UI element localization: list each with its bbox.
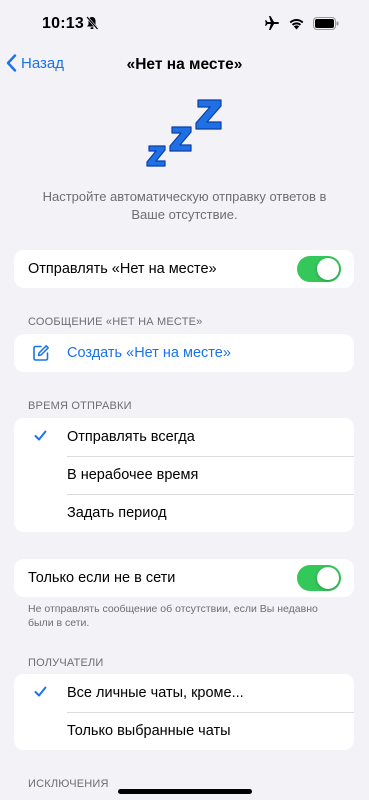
status-time: 10:13: [42, 15, 84, 32]
checkmark-icon: [34, 686, 47, 697]
recipients-option-label: Все личные чаты, кроме...: [67, 685, 244, 701]
schedule-option-label: Задать период: [67, 505, 167, 521]
away-toggle-card: Отправлять «Нет на месте»: [14, 250, 354, 288]
recipients-card: Все личные чаты, кроме... Только выбранн…: [14, 674, 354, 750]
recipients-option-all-except[interactable]: Все личные чаты, кроме...: [14, 674, 354, 712]
schedule-card: Отправлять всегда В нерабочее время Зада…: [14, 418, 354, 532]
exceptions-section-header: ИСКЛЮЧЕНИЯ: [28, 778, 109, 790]
offline-toggle-card: Только если не в сети: [14, 559, 354, 597]
away-toggle-row: Отправлять «Нет на месте»: [14, 250, 354, 288]
recipients-section-header: ПОЛУЧАТЕЛИ: [28, 657, 104, 669]
page-title: «Нет на месте»: [126, 56, 243, 73]
schedule-option-label: В нерабочее время: [67, 467, 199, 483]
wifi-icon: [288, 17, 305, 35]
schedule-section-header: ВРЕМЯ ОТПРАВКИ: [28, 400, 132, 412]
message-section-header: СООБЩЕНИЕ «НЕТ НА МЕСТЕ»: [28, 316, 203, 328]
schedule-option-always[interactable]: Отправлять всегда: [14, 418, 354, 456]
offline-toggle-note: Не отправлять сообщение об отсутствии, е…: [28, 603, 318, 629]
intro-description: Настройте автоматическую отправку ответо…: [42, 189, 327, 222]
home-indicator: [118, 789, 252, 794]
offline-toggle-label: Только если не в сети: [28, 570, 176, 586]
schedule-option-label: Отправлять всегда: [67, 429, 195, 445]
create-away-message-row[interactable]: Создать «Нет на месте»: [14, 334, 354, 372]
schedule-option-custom-period[interactable]: Задать период: [14, 494, 354, 532]
recipients-option-selected-only[interactable]: Только выбранные чаты: [14, 712, 354, 750]
recipients-option-label: Только выбранные чаты: [67, 723, 231, 739]
checkmark-icon: [34, 430, 47, 441]
battery-icon: [313, 16, 339, 35]
create-away-message-label: Создать «Нет на месте»: [67, 345, 231, 361]
offline-toggle-switch[interactable]: [297, 565, 341, 591]
compose-icon: [33, 345, 49, 361]
airplane-icon: [264, 15, 280, 36]
bell-slash-icon: [86, 16, 99, 35]
navigation-bar: Назад «Нет на месте»: [0, 48, 369, 84]
status-bar: 10:13: [0, 0, 369, 48]
message-card: Создать «Нет на месте»: [14, 334, 354, 372]
away-toggle-switch[interactable]: [297, 256, 341, 282]
schedule-option-outside-hours[interactable]: В нерабочее время: [14, 456, 354, 494]
sleeping-zzz-icon: [146, 99, 222, 167]
offline-toggle-row: Только если не в сети: [14, 559, 354, 597]
away-toggle-label: Отправлять «Нет на месте»: [28, 261, 217, 277]
